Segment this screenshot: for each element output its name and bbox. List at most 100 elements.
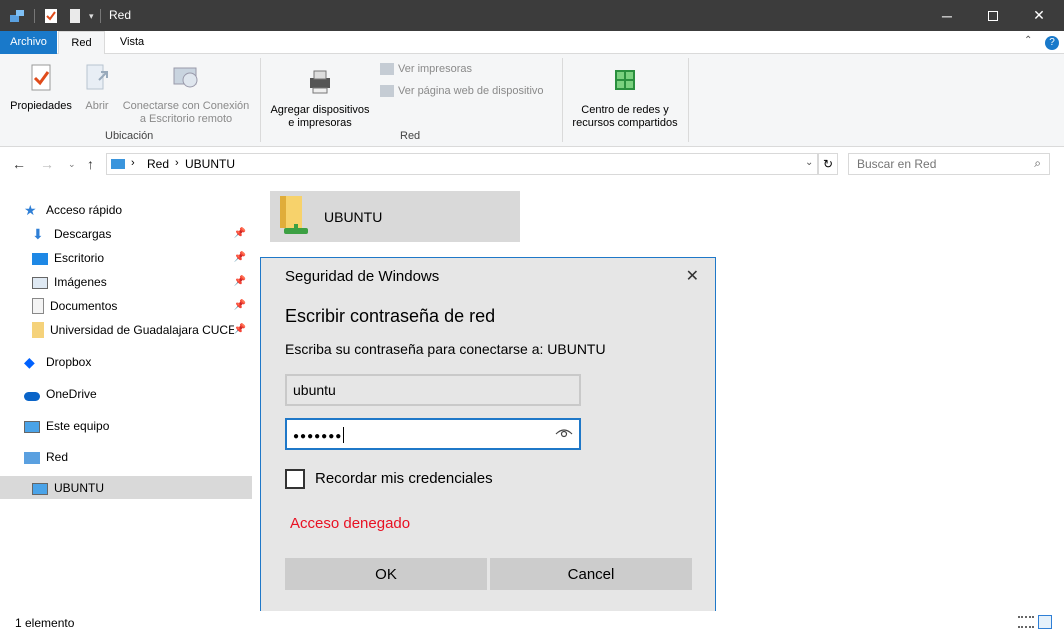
- sidebar-item-label: Acceso rápido: [46, 203, 123, 217]
- remote-desktop-label-1: Conectarse con Conexión: [122, 100, 250, 112]
- windows-security-dialog: Seguridad de Windows ✕ Escribir contrase…: [260, 257, 716, 614]
- pin-icon[interactable]: 📌: [234, 252, 246, 263]
- sidebar-item-label: Red: [46, 450, 69, 464]
- maximize-icon: [988, 10, 998, 21]
- title-bar: ▾ Red ─ ✕: [0, 0, 1064, 31]
- abrir-label: Abrir: [85, 100, 109, 112]
- recent-locations-icon[interactable]: ⌄: [68, 159, 76, 170]
- window-title: Red: [109, 8, 132, 22]
- sidebar-item-dropbox[interactable]: ◆ Dropbox: [24, 351, 252, 373]
- remote-desktop-icon: [173, 67, 198, 88]
- sidebar-item-label: OneDrive: [46, 387, 97, 401]
- reveal-password-icon[interactable]: [555, 427, 573, 439]
- remember-credentials-checkbox[interactable]: [285, 469, 305, 489]
- ok-button[interactable]: OK: [285, 558, 487, 590]
- network-icon: [24, 452, 40, 464]
- sidebar-item-red[interactable]: Red: [24, 446, 252, 468]
- cancel-button[interactable]: Cancel: [490, 558, 692, 590]
- sidebar-item-documentos[interactable]: Documentos 📌: [32, 295, 252, 317]
- ribbon-tabs: Archivo Red Vista ⌃ ?: [0, 31, 1064, 55]
- star-icon: ★: [24, 202, 37, 218]
- search-box[interactable]: ⌕: [848, 153, 1050, 175]
- web-page-icon: [380, 85, 394, 97]
- sidebar-item-acceso-rapido[interactable]: ★ Acceso rápido: [24, 199, 252, 221]
- minimize-button[interactable]: ─: [924, 0, 970, 31]
- maximize-button[interactable]: [970, 0, 1016, 31]
- sidebar-item-label: Escritorio: [54, 251, 105, 265]
- sidebar-item-escritorio[interactable]: Escritorio 📌: [32, 247, 252, 269]
- ver-pagina-button[interactable]: Ver página web de dispositivo: [380, 85, 544, 97]
- agregar-dispositivos-button[interactable]: Agregar dispositivos e impresoras: [265, 66, 375, 130]
- abrir-button[interactable]: Abrir: [80, 62, 114, 113]
- sidebar-item-descargas[interactable]: ⬇ Descargas 📌: [32, 223, 252, 245]
- forward-arrow-icon[interactable]: →: [40, 156, 54, 172]
- tab-vista[interactable]: Vista: [108, 31, 156, 54]
- pin-icon[interactable]: 📌: [233, 324, 246, 335]
- centro-label-1: Centro de redes y: [581, 104, 669, 116]
- remote-desktop-button[interactable]: Conectarse con Conexión a Escritorio rem…: [118, 62, 254, 126]
- sidebar-item-este-equipo[interactable]: Este equipo: [24, 415, 252, 437]
- pin-icon[interactable]: 📌: [234, 228, 246, 239]
- breadcrumb-chevron-icon[interactable]: ›: [175, 157, 179, 169]
- properties-icon: [31, 64, 51, 91]
- sidebar-item-label: Este equipo: [46, 419, 110, 433]
- address-dropdown-icon[interactable]: ⌄: [805, 157, 813, 168]
- back-arrow-icon[interactable]: ←: [12, 156, 26, 172]
- tab-archivo[interactable]: Archivo: [0, 31, 57, 54]
- refresh-button[interactable]: ↻: [818, 153, 838, 175]
- dialog-title: Seguridad de Windows: [285, 268, 440, 285]
- remote-desktop-label-2: a Escritorio remoto: [139, 113, 233, 125]
- propiedades-button[interactable]: Propiedades: [6, 62, 76, 113]
- navigation-pane: ★ Acceso rápido ⬇ Descargas 📌 Escritorio…: [0, 181, 256, 611]
- dialog-close-icon[interactable]: ✕: [686, 266, 699, 286]
- close-icon: ✕: [1033, 7, 1045, 23]
- up-arrow-icon[interactable]: ↑: [87, 156, 94, 172]
- pictures-icon: [32, 277, 48, 289]
- sidebar-item-label: UBUNTU: [54, 480, 104, 495]
- sidebar-item-universidad[interactable]: Universidad de Guadalajara CUCEI 📌: [32, 319, 252, 341]
- ver-impresoras-label: Ver impresoras: [398, 63, 472, 75]
- download-arrow-icon: ⬇: [32, 226, 44, 242]
- address-bar[interactable]: › Red › UBUNTU ⌄: [106, 153, 818, 175]
- agregar-label-2: e impresoras: [288, 117, 352, 129]
- qat-dropdown-icon[interactable]: ▾: [89, 11, 94, 22]
- details-view-icon[interactable]: [1018, 616, 1034, 628]
- dropbox-icon: ◆: [24, 354, 35, 370]
- collapse-ribbon-icon[interactable]: ⌃: [1024, 35, 1032, 46]
- pin-icon[interactable]: 📌: [234, 300, 246, 311]
- computer-icon: [111, 159, 125, 169]
- password-value: ●●●●●●●: [293, 431, 343, 442]
- centro-redes-button[interactable]: Centro de redes y recursos compartidos: [566, 66, 684, 130]
- search-input[interactable]: [857, 155, 1027, 173]
- password-field[interactable]: ●●●●●●●: [285, 418, 581, 450]
- sidebar-item-imagenes[interactable]: Imágenes 📌: [32, 271, 252, 293]
- minimize-icon: ─: [942, 7, 952, 24]
- breadcrumb-ubuntu[interactable]: UBUNTU: [185, 157, 235, 171]
- ribbon-separator: [562, 58, 563, 142]
- network-center-icon: [615, 70, 635, 90]
- sidebar-item-ubuntu[interactable]: UBUNTU: [0, 476, 252, 499]
- close-button[interactable]: ✕: [1016, 0, 1062, 31]
- propiedades-label: Propiedades: [10, 100, 72, 112]
- search-icon[interactable]: ⌕: [1034, 156, 1041, 171]
- username-field[interactable]: ubuntu: [285, 374, 581, 406]
- help-icon[interactable]: ?: [1045, 36, 1059, 50]
- tile-label: UBUNTU: [324, 209, 383, 225]
- pin-icon[interactable]: 📌: [234, 276, 246, 287]
- tab-red[interactable]: Red: [58, 31, 105, 55]
- ribbon: Propiedades Abrir Conectarse con Conexió…: [0, 54, 1064, 147]
- text-cursor: [343, 427, 345, 444]
- sidebar-item-label: Documentos: [50, 299, 118, 313]
- status-bar: 1 elemento: [0, 611, 1064, 635]
- large-icons-view-icon[interactable]: [1038, 615, 1052, 629]
- ver-impresoras-button[interactable]: Ver impresoras: [380, 63, 472, 75]
- breadcrumb-red[interactable]: Red: [147, 157, 169, 171]
- ubuntu-share-tile[interactable]: UBUNTU: [270, 191, 520, 242]
- documents-icon: [32, 298, 44, 314]
- remember-credentials-label: Recordar mis credenciales: [315, 470, 493, 487]
- breadcrumb-chevron-icon[interactable]: ›: [131, 157, 135, 169]
- properties-icon[interactable]: [43, 8, 59, 24]
- dialog-heading: Escribir contraseña de red: [285, 306, 496, 326]
- sidebar-item-onedrive[interactable]: OneDrive: [24, 383, 252, 405]
- new-document-icon[interactable]: [67, 8, 83, 24]
